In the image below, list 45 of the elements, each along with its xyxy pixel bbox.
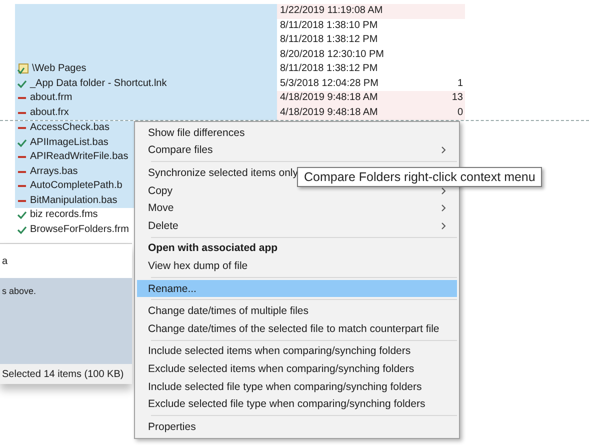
file-name[interactable]: biz records.fms [30, 208, 98, 222]
menu-item[interactable]: Delete [137, 216, 457, 235]
modified-date: 5/3/2018 12:04:28 PM [280, 76, 378, 90]
count-value: 13 [452, 91, 464, 105]
file-name[interactable]: about.frm [30, 91, 72, 106]
menu-item[interactable]: Change date/times of multiple files [137, 302, 457, 320]
chevron-right-icon [441, 222, 447, 230]
menu-item[interactable]: Properties [137, 418, 457, 436]
file-name[interactable]: APIImageList.bas [30, 136, 108, 150]
panel-text: a [2, 256, 8, 266]
menu-item[interactable]: View hex dump of file [137, 257, 457, 275]
callout-tooltip: Compare Folders right-click context menu [297, 167, 542, 187]
file-name[interactable]: \Web Pages [32, 62, 86, 76]
menu-item[interactable]: Include selected file type when comparing/synching folders [137, 378, 457, 396]
modified-date: 8/11/2018 1:38:12 PM [280, 62, 378, 76]
menu-item[interactable]: Rename... [137, 280, 457, 298]
modified-date: 4/18/2019 9:48:18 AM [280, 106, 378, 120]
menu-item[interactable]: Move [137, 199, 457, 217]
menu-item[interactable]: Change date/times of the selected file to match counterpart file [137, 320, 457, 338]
modified-date: 4/18/2019 9:48:18 AM [280, 91, 378, 105]
menu-item[interactable]: Show file differences [137, 124, 457, 142]
menu-item[interactable]: Include selected items when comparing/synching folders [137, 342, 457, 360]
file-name[interactable]: AccessCheck.bas [30, 121, 110, 136]
status-text: Selected 14 items (100 KB) [2, 368, 124, 380]
menu-item[interactable]: Open with associated app [137, 240, 457, 258]
count-value: 1 [457, 76, 464, 90]
modified-date: 1/22/2019 11:19:08 AM [280, 4, 383, 18]
file-name[interactable]: _App Data folder - Shortcut.lnk [30, 76, 167, 91]
count-value: 0 [457, 106, 464, 120]
file-name[interactable]: AutoCompletePath.b [30, 179, 122, 194]
chevron-right-icon [441, 204, 447, 212]
file-name[interactable]: BrowseForFolders.frm [30, 222, 129, 237]
modified-date: 8/11/2018 1:38:10 PM [280, 18, 378, 32]
panel-note: s above. [2, 286, 36, 296]
menu-item[interactable]: Exclude selected items when comparing/synching folders [137, 360, 457, 378]
file-name[interactable]: APIReadWriteFile.bas [30, 150, 128, 164]
modified-date: 8/20/2018 12:30:10 PM [280, 48, 384, 62]
file-name[interactable]: about.frx [30, 106, 69, 120]
menu-item[interactable]: Exclude selected file type when comparing/synching folders [137, 395, 457, 413]
menu-item[interactable]: Compare files [137, 142, 457, 160]
chevron-right-icon [441, 186, 447, 195]
file-name[interactable]: BitManipulation.bas [30, 194, 118, 208]
file-name[interactable]: Arrays.bas [30, 164, 78, 179]
modified-date: 8/11/2018 1:38:12 PM [280, 33, 378, 47]
chevron-right-icon [441, 146, 447, 154]
